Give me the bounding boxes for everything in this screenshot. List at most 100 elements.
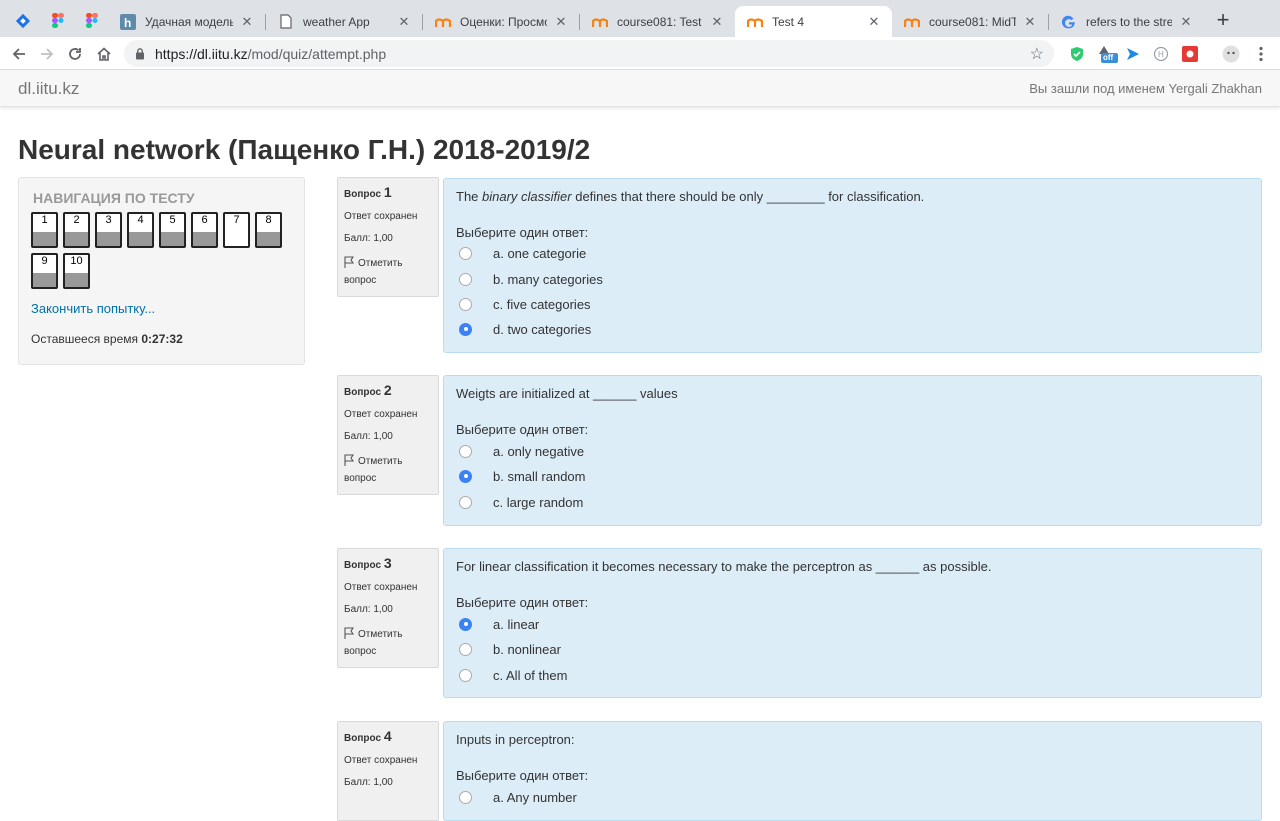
radio-button[interactable]	[459, 297, 472, 311]
answer-option[interactable]: b. nonlinear	[459, 640, 561, 658]
home-button[interactable]	[91, 41, 117, 67]
close-icon[interactable]: ✕	[1022, 14, 1038, 30]
answer-option[interactable]: c. five categories	[459, 295, 591, 313]
h-icon: h	[120, 13, 136, 30]
question-prefix: Вопрос	[344, 560, 382, 571]
moodle-icon	[435, 14, 451, 30]
extension-h[interactable]: H	[1152, 45, 1170, 63]
new-tab-button[interactable]: +	[1210, 8, 1236, 34]
quiz-nav-button-label: 3	[105, 214, 112, 226]
quiz-nav-button-8[interactable]: 8	[255, 212, 282, 248]
radio-button-selected[interactable]	[459, 322, 472, 336]
flag-question-button[interactable]: Отметить вопрос	[344, 453, 432, 487]
flag-question-button[interactable]: Отметить вопрос	[344, 626, 432, 660]
question-info: Вопрос 1 Ответ сохранен Балл: 1,00 Отмет…	[337, 177, 439, 297]
tab-item-active[interactable]: Test 4 ✕	[735, 6, 892, 37]
question-num: 1	[383, 184, 392, 200]
answer-option[interactable]: b. many categories	[459, 270, 603, 288]
answer-prompt: Выберите один ответ:	[456, 225, 589, 240]
tab-item[interactable]: course081: MidTerm ✕	[892, 6, 1048, 37]
answer-option[interactable]: a. only negative	[459, 442, 584, 460]
radio-button[interactable]	[459, 668, 472, 682]
answer-option[interactable]: a. Any number	[459, 788, 577, 806]
tab-item[interactable]: Оценки: Просмотр ✕	[423, 6, 579, 37]
flag-question-button[interactable]: Отметить вопрос	[344, 255, 432, 289]
answer-option[interactable]: b. small random	[459, 467, 585, 485]
option-label: d. two categories	[493, 321, 592, 337]
url-text[interactable]: https://dl.iitu.kz/mod/quiz/attempt.php	[155, 46, 386, 62]
answer-prompt: Выберите один ответ:	[456, 768, 589, 783]
tab-item[interactable]: refers to the streng ✕	[1049, 6, 1204, 37]
arrow-right-icon	[41, 48, 54, 60]
radio-button-selected[interactable]	[459, 469, 472, 483]
tab-title: Оценки: Просмотр	[460, 14, 547, 29]
answer-option[interactable]: a. linear	[459, 615, 539, 633]
back-button[interactable]	[6, 41, 32, 67]
user-menu[interactable]: Вы зашли под именем Yergali Zhakhan	[1029, 81, 1262, 96]
radio-button[interactable]	[459, 272, 472, 286]
tab-item[interactable]: h Удачная модель ве ✕	[108, 6, 265, 37]
quiz-nav-button-4[interactable]: 4	[127, 212, 154, 248]
radio-button-selected[interactable]	[459, 617, 472, 631]
question-text-em: binary classifier	[482, 189, 572, 204]
quiz-nav-button-7[interactable]: 7	[223, 212, 250, 248]
flag-icon	[344, 454, 355, 466]
address-bar[interactable]: https://dl.iitu.kz/mod/quiz/attempt.php …	[124, 40, 1054, 67]
quiz-nav-button-6[interactable]: 6	[191, 212, 218, 248]
question-status: Ответ сохранен	[344, 582, 418, 593]
radio-button[interactable]	[459, 642, 472, 656]
tab-item[interactable]: weather App ✕	[266, 6, 422, 37]
arrow-left-icon	[12, 48, 25, 60]
option-label: a. only negative	[493, 443, 585, 459]
tab-item[interactable]: course081: Test 4 ✕	[580, 6, 735, 37]
flag-label: Отметить	[358, 258, 403, 269]
quiz-nav-button-2[interactable]: 2	[63, 212, 90, 248]
answer-option[interactable]: c. All of them	[459, 666, 567, 684]
lock-icon	[136, 48, 144, 60]
browser-menu-button[interactable]	[1252, 45, 1270, 63]
question-content: Inputs in perceptron: Выберите один отве…	[443, 721, 1262, 821]
question-num: 2	[383, 382, 392, 398]
figma-icon	[52, 13, 64, 28]
close-icon[interactable]: ✕	[239, 14, 255, 30]
quiz-nav-button-9[interactable]: 9	[31, 253, 58, 289]
finish-attempt-link[interactable]: Закончить попытку...	[31, 301, 155, 316]
site-brand-link[interactable]: dl.iitu.kz	[18, 79, 79, 99]
close-icon[interactable]: ✕	[709, 14, 725, 30]
quiz-nav-button-10[interactable]: 10	[63, 253, 90, 289]
answer-option[interactable]: d. two categories	[459, 320, 591, 338]
extension-badge: off	[1103, 53, 1114, 62]
reload-button[interactable]	[62, 41, 88, 67]
radio-button[interactable]	[459, 444, 472, 458]
forward-button[interactable]	[34, 41, 60, 67]
question-content: The binary classifier defines that there…	[443, 178, 1262, 353]
pinned-tab-diamond[interactable]	[8, 7, 38, 35]
close-icon[interactable]: ✕	[553, 14, 569, 30]
option-label: c. five categories	[493, 296, 591, 312]
extension-shield[interactable]	[1068, 45, 1086, 63]
option-label: b. small random	[493, 468, 586, 484]
radio-button[interactable]	[459, 246, 472, 260]
answer-option[interactable]: c. large random	[459, 493, 583, 511]
radio-button[interactable]	[459, 495, 472, 509]
extension-red[interactable]	[1181, 45, 1199, 63]
pinned-tab-figma-1[interactable]	[43, 7, 73, 35]
close-icon[interactable]: ✕	[866, 14, 882, 30]
answered-indicator	[33, 272, 56, 287]
answer-option[interactable]: a. one categorie	[459, 244, 586, 262]
quiz-nav-button-1[interactable]: 1	[31, 212, 58, 248]
close-icon[interactable]: ✕	[396, 14, 412, 30]
quiz-nav-button-3[interactable]: 3	[95, 212, 122, 248]
question-text: The binary classifier defines that there…	[456, 189, 924, 204]
quiz-nav-button-label: 10	[70, 255, 83, 267]
pinned-tab-figma-2[interactable]	[77, 7, 107, 35]
bookmark-star-icon[interactable]: ☆	[1030, 44, 1044, 64]
option-label: b. nonlinear	[493, 641, 561, 657]
question-prefix: Вопрос	[344, 733, 382, 744]
extension-off[interactable]: off	[1097, 45, 1119, 63]
extension-send[interactable]	[1124, 45, 1142, 63]
close-icon[interactable]: ✕	[1178, 14, 1194, 30]
profile-avatar[interactable]	[1222, 45, 1240, 63]
radio-button[interactable]	[459, 790, 472, 804]
quiz-nav-button-5[interactable]: 5	[159, 212, 186, 248]
